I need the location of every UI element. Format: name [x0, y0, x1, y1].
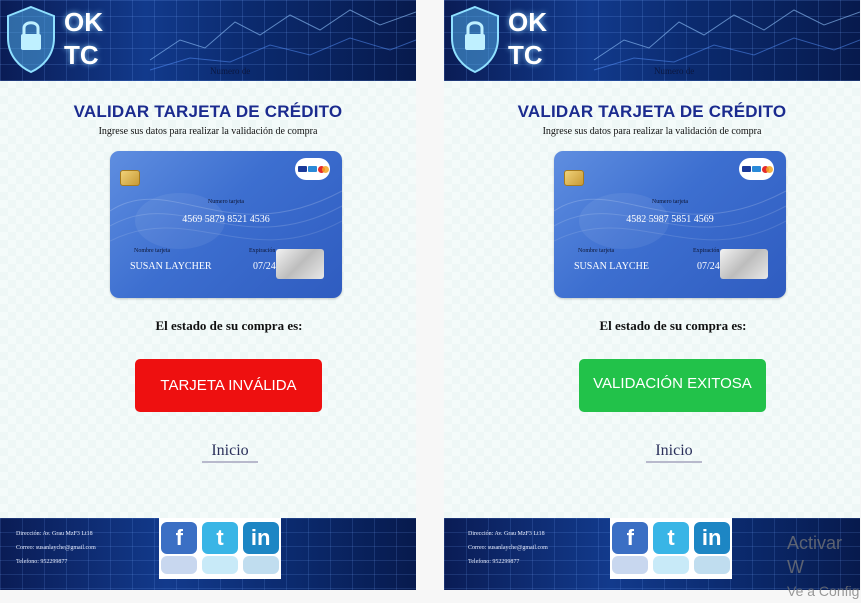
home-link[interactable]: Inicio: [646, 442, 702, 463]
shield-lock-icon: [7, 5, 55, 74]
footer-address: Dirección: Av. Grau MzF3 Lt18: [16, 531, 93, 537]
chip-icon: [564, 170, 584, 186]
card-brands-icon: [739, 158, 774, 180]
result-badge-success: VALIDACIÓN EXITOSA: [579, 359, 766, 412]
footer-phone: Telefono: 952299877: [468, 559, 520, 565]
shield-lock-icon: [451, 5, 499, 74]
card-name-label: Nombre tarjeta: [134, 248, 171, 254]
footer-address: Dirección: Av. Grau MzF3 Lt18: [468, 531, 545, 537]
card-number-label: Numero tarjeta: [651, 199, 689, 205]
banner-chart-lines: [593, 9, 860, 71]
result-panel-success: OK TC Numero de VALIDAR TARJETA DE CRÉDI…: [444, 0, 860, 590]
result-panel-invalid: OK TC Numero de VALIDAR TARJETA DE CRÉDI…: [0, 0, 416, 590]
linkedin-icon[interactable]: in: [693, 522, 730, 574]
card-expiration: 07/24: [253, 261, 276, 272]
page-subtitle: Ingrese sus datos para realizar la valid…: [98, 126, 318, 137]
card-number-label: Numero tarjeta: [207, 199, 245, 205]
facebook-icon[interactable]: f: [161, 522, 198, 574]
card-expiration: 07/24: [697, 261, 720, 272]
credit-card: Numero tarjeta 4582 5987 5851 4569 Nombr…: [554, 151, 786, 298]
os-activation-watermark: Activar W Ve a Config: [787, 533, 860, 599]
twitter-icon[interactable]: t: [652, 522, 689, 574]
footer-phone: Telefono: 952299877: [16, 559, 68, 565]
card-number: 4582 5987 5851 4569: [626, 214, 714, 225]
card-brands-icon: [295, 158, 330, 180]
social-links: f t in: [610, 518, 732, 579]
footer-email: Correo: susanlayche@gmail.com: [16, 545, 96, 551]
logo-text: OK TC: [64, 7, 103, 70]
hologram-icon: [720, 249, 768, 279]
page-title: VALIDAR TARJETA DE CRÉDITO: [73, 102, 343, 121]
footer-email: Correo: susanlayche@gmail.com: [468, 545, 548, 551]
footer: Dirección: Av. Grau MzF3 Lt18 Correo: su…: [0, 518, 416, 590]
banner-caption: Numero de: [210, 66, 251, 76]
card-exp-label: Expiración: [249, 248, 276, 254]
card-exp-label: Expiración: [693, 248, 720, 254]
logo-text: OK TC: [508, 7, 547, 70]
facebook-icon[interactable]: f: [612, 522, 649, 574]
banner-chart-lines: [149, 9, 416, 71]
card-holder-name: SUSAN LAYCHE: [574, 261, 649, 272]
header-banner: OK TC Numero de: [0, 0, 416, 81]
linkedin-icon[interactable]: in: [242, 522, 279, 574]
card-holder-name: SUSAN LAYCHER: [130, 261, 212, 272]
page-subtitle: Ingrese sus datos para realizar la valid…: [542, 126, 762, 137]
chip-icon: [120, 170, 140, 186]
home-link[interactable]: Inicio: [202, 442, 258, 463]
credit-card: Numero tarjeta 4569 5879 8521 4536 Nombr…: [110, 151, 342, 298]
card-number: 4569 5879 8521 4536: [182, 214, 270, 225]
page-title: VALIDAR TARJETA DE CRÉDITO: [517, 102, 787, 121]
header-banner: OK TC Numero de: [444, 0, 860, 81]
social-links: f t in: [159, 518, 281, 579]
status-label: El estado de su compra es:: [599, 318, 747, 333]
card-name-label: Nombre tarjeta: [578, 248, 615, 254]
twitter-icon[interactable]: t: [201, 522, 238, 574]
hologram-icon: [276, 249, 324, 279]
banner-caption: Numero de: [654, 66, 695, 76]
result-badge-invalid: TARJETA INVÁLIDA: [135, 359, 322, 412]
status-label: El estado de su compra es:: [155, 318, 303, 333]
